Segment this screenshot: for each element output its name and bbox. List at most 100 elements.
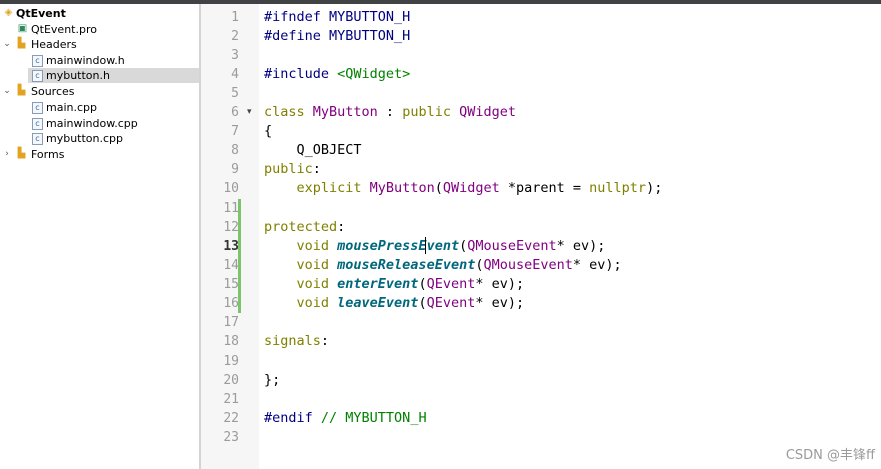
line-number: 18 [223, 334, 239, 349]
punct: ( [418, 295, 427, 311]
class-name: QWidget [442, 180, 500, 196]
code-line-2: #define MYBUTTON_H [264, 27, 410, 46]
source-file-icon: c [32, 102, 43, 114]
keyword: public [264, 161, 313, 177]
punct: ( [434, 180, 443, 196]
tree-file-mainwindow-cpp[interactable]: c mainwindow.cpp [0, 116, 199, 131]
project-icon: ◈ [4, 7, 13, 18]
function-name: mouseReleaseEvent [329, 257, 476, 273]
header-file-icon: c [32, 70, 43, 82]
code-line-16: void leaveEvent(QEvent* ev); [264, 294, 525, 313]
line-number: 6 [231, 105, 239, 120]
param: * ev); [475, 276, 525, 292]
preprocessor: #include [264, 66, 330, 82]
code-line-20: }; [264, 372, 281, 388]
code-line-1: #ifndef MYBUTTON_H [264, 8, 410, 27]
source-file-icon: c [32, 133, 43, 145]
line-number: 15 [223, 277, 239, 292]
tree-file-main-cpp[interactable]: c main.cpp [0, 100, 199, 115]
class-name: QEvent [426, 295, 476, 311]
folder-icon: ▙ [17, 85, 26, 96]
project-label: QtEvent [16, 7, 66, 20]
line-number: 1 [231, 10, 239, 25]
tree-file-mybutton-h[interactable]: c mybutton.h [28, 68, 199, 83]
line-number: 5 [231, 86, 239, 101]
punct: : [312, 161, 321, 177]
class-name: QWidget [450, 104, 516, 120]
header-file-icon: c [32, 55, 43, 67]
tree-pro-file[interactable]: ▣ QtEvent.pro [0, 22, 199, 37]
line-number-current: 13 [223, 239, 239, 254]
param: * ev); [572, 257, 622, 273]
line-number: 16 [223, 296, 239, 311]
code-line-12: protected: [264, 218, 345, 237]
line-number: 4 [231, 67, 239, 82]
folder-icon: ▙ [17, 148, 26, 159]
code-line-10: explicit MyButton(QWidget *parent = null… [264, 179, 663, 198]
chevron-down-icon[interactable]: ⌄ [2, 37, 12, 52]
file-label: mainwindow.h [46, 54, 125, 67]
keyword: signals [264, 333, 321, 349]
preprocessor: #define [264, 28, 321, 44]
line-number: 23 [223, 430, 239, 445]
punct: ( [418, 276, 427, 292]
pro-file-icon: ▣ [17, 23, 28, 34]
pro-file-label: QtEvent.pro [31, 23, 97, 36]
code-line-14: void mouseReleaseEvent(QMouseEvent* ev); [264, 256, 622, 275]
function-name: enterEvent [329, 276, 419, 292]
function-name: leaveEvent [329, 295, 419, 311]
watermark: CSDN @丰锋ff [785, 448, 875, 463]
tree-sources[interactable]: ⌄ ▙ Sources [0, 84, 199, 99]
change-marker [238, 199, 241, 218]
preprocessor: #endif [264, 410, 313, 426]
tree-forms[interactable]: › ▙ Forms [0, 147, 199, 162]
text-cursor [425, 237, 426, 254]
include-path: <QWidget> [329, 66, 411, 82]
file-label: mybutton.h [46, 69, 110, 82]
tree-file-mybutton-cpp[interactable]: c mybutton.cpp [0, 131, 199, 146]
keyword: void [264, 257, 330, 273]
keyword: nullptr [589, 180, 647, 196]
code-line-22: #endif // MYBUTTON_H [264, 409, 427, 428]
line-number: 20 [223, 373, 239, 388]
macro-name: MYBUTTON_H [320, 28, 411, 44]
tree-headers[interactable]: ⌄ ▙ Headers [0, 37, 199, 52]
code-line-9: public: [264, 160, 321, 179]
change-marker [238, 294, 241, 313]
tree-file-mainwindow-h[interactable]: c mainwindow.h [0, 53, 199, 68]
project-tree[interactable]: ◈ QtEvent ▣ QtEvent.pro ⌄ ▙ Headers c ma… [0, 4, 199, 469]
line-number: 9 [231, 162, 239, 177]
punct: ); [646, 180, 663, 196]
keyword: public [402, 104, 451, 120]
macro-name: MYBUTTON_H [320, 9, 411, 25]
chevron-down-icon[interactable]: ⌄ [2, 84, 12, 99]
function-name: mousePressEvent [329, 238, 460, 254]
line-number: 19 [223, 354, 239, 369]
code-line-4: #include <QWidget> [264, 65, 410, 84]
keyword: protected [264, 219, 338, 235]
code-line-8: Q_OBJECT [264, 142, 362, 158]
chevron-right-icon[interactable]: › [2, 147, 12, 162]
punct: : [320, 333, 330, 349]
code-line-15: void enterEvent(QEvent* ev); [264, 275, 525, 294]
line-number: 17 [223, 315, 239, 330]
source-file-icon: c [32, 118, 43, 130]
keyword: void [264, 295, 330, 311]
tree-project[interactable]: ◈ QtEvent [0, 6, 199, 21]
file-label: main.cpp [46, 101, 97, 114]
headers-label: Headers [31, 38, 77, 51]
keyword: void [264, 238, 330, 254]
line-number: 12 [223, 220, 239, 235]
file-label: mybutton.cpp [46, 132, 124, 145]
forms-label: Forms [31, 148, 65, 161]
change-marker [238, 237, 241, 256]
param: *parent = [499, 180, 590, 196]
param: * ev); [556, 238, 606, 254]
fold-arrow-icon[interactable]: ▾ [247, 103, 252, 122]
code-line-6: class MyButton : public QWidget [264, 103, 516, 122]
line-number: 14 [223, 258, 239, 273]
line-number: 7 [231, 124, 239, 139]
keyword: void [264, 276, 330, 292]
line-number: 11 [223, 201, 239, 216]
code-line-18: signals: [264, 332, 329, 351]
